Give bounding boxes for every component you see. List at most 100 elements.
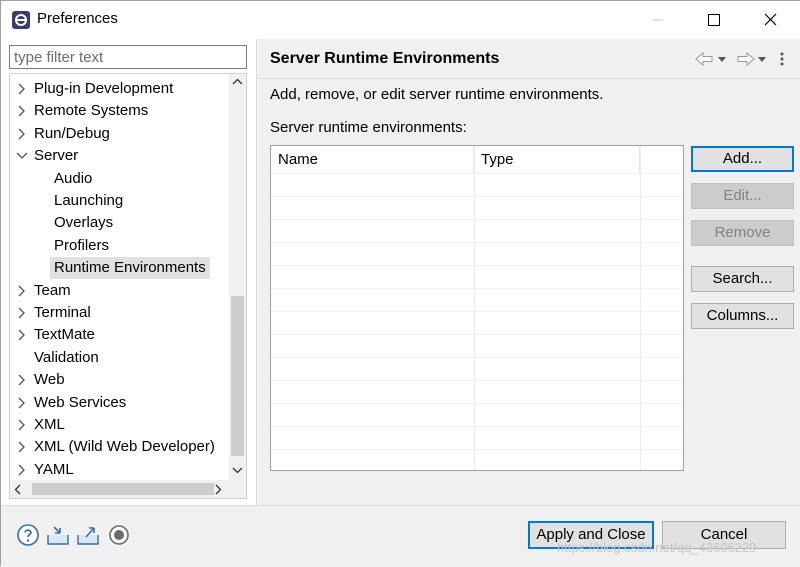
chevron-right-icon[interactable] <box>16 436 28 458</box>
tree-item[interactable]: Validation <box>10 347 228 369</box>
tree-item-label: Web Services <box>34 393 127 411</box>
tree-item-label: YAML <box>34 460 74 478</box>
tree-item[interactable]: Audio <box>10 168 228 190</box>
close-icon[interactable] <box>747 1 793 39</box>
tree-item[interactable]: TextMate <box>10 324 228 346</box>
table-row-separator <box>271 288 683 289</box>
table-row-separator <box>271 380 683 381</box>
tree-item-label: Remote Systems <box>34 102 149 120</box>
column-header-name[interactable]: Name <box>271 146 474 173</box>
tree-item-label: XML <box>34 416 65 433</box>
tree-item[interactable]: Terminal <box>10 302 228 324</box>
forward-menu-chevron-icon[interactable] <box>758 57 766 62</box>
tree-horizontal-scrollbar[interactable] <box>10 480 246 498</box>
table-row-separator <box>271 173 683 174</box>
columns-button[interactable]: Columns... <box>691 303 794 329</box>
preferences-dialog: Preferences Plug-in Development Remote Sy… <box>0 0 800 567</box>
remove-button[interactable]: Remove <box>691 220 794 246</box>
preference-tree-panel: Plug-in Development Remote Systems Run/Deb… <box>1 39 257 505</box>
table-row-separator <box>271 219 683 220</box>
eclipse-app-icon <box>12 11 30 29</box>
tree-item[interactable]: Team <box>10 280 228 302</box>
table-row-separator <box>271 311 683 312</box>
search-button[interactable]: Search... <box>691 266 794 292</box>
tree-item[interactable]: YAML <box>10 459 228 481</box>
column-divider <box>640 146 641 470</box>
table-row-separator <box>271 265 683 266</box>
tree-item-label: Run/Debug <box>34 124 110 142</box>
tree-item[interactable]: Run/Debug <box>10 123 228 145</box>
minimize-icon[interactable] <box>635 1 681 39</box>
table-row-separator <box>271 449 683 450</box>
table-row-separator <box>271 403 683 404</box>
help-icon[interactable] <box>16 523 40 547</box>
tree-item-label: XML (Wild Web Developer) <box>34 438 215 456</box>
back-arrow-icon[interactable] <box>695 51 713 67</box>
back-menu-chevron-icon[interactable] <box>718 57 726 62</box>
tree-item-label: Audio <box>54 169 93 187</box>
tree-item-label: Plug-in Development <box>34 80 174 97</box>
filter-input[interactable] <box>9 45 247 69</box>
import-preferences-icon[interactable] <box>46 523 70 547</box>
tree-item[interactable]: Server <box>10 145 228 167</box>
tree-item[interactable]: Web Services <box>10 392 228 414</box>
forward-arrow-icon[interactable] <box>737 51 755 67</box>
page-title: Server Runtime Environments <box>270 50 500 67</box>
chevron-right-icon[interactable] <box>16 414 28 436</box>
export-preferences-icon[interactable] <box>76 523 100 547</box>
tree-item[interactable]: Web <box>10 369 228 391</box>
chevron-right-icon[interactable] <box>16 459 28 481</box>
tree-item[interactable]: Remote Systems <box>10 100 228 122</box>
add-button[interactable]: Add... <box>691 146 794 172</box>
tree-item[interactable]: Overlays <box>10 212 228 234</box>
chevron-right-icon[interactable] <box>16 369 28 391</box>
table-row-separator <box>271 357 683 358</box>
runtime-environments-table[interactable]: Name Type <box>270 145 684 471</box>
page-description: Add, remove, or edit server runtime envi… <box>270 86 604 103</box>
chevron-right-icon[interactable] <box>16 392 28 414</box>
scroll-up-icon[interactable] <box>232 78 243 86</box>
tree-item[interactable]: XML (Wild Web Developer) <box>10 436 228 458</box>
chevron-right-icon[interactable] <box>16 78 28 100</box>
tree-item-label: Overlays <box>54 214 114 232</box>
column-divider <box>474 146 475 470</box>
tree-item-label: Team <box>34 281 71 299</box>
tree-horizontal-scroll-thumb[interactable] <box>32 483 214 495</box>
table-row-separator <box>271 196 683 197</box>
window-title: Preferences <box>37 10 118 27</box>
tree-item-label: TextMate <box>34 326 95 344</box>
tree-item-label: Terminal <box>34 304 91 321</box>
page-header: Server Runtime Environments <box>258 39 800 79</box>
tree-item-label: Web <box>34 371 65 389</box>
chevron-right-icon[interactable] <box>16 324 28 346</box>
dialog-footer: Apply and Close Cancel https://blog.csdn… <box>1 505 800 567</box>
tree-item[interactable]: Launching <box>10 190 228 212</box>
tree-vertical-scroll-thumb[interactable] <box>231 296 244 456</box>
tree-item[interactable]: Runtime Environments <box>10 257 228 280</box>
tree-item-label: Runtime Environments <box>50 257 210 280</box>
chevron-right-icon[interactable] <box>16 280 28 302</box>
table-row-separator <box>271 242 683 243</box>
tree-item[interactable]: XML <box>10 414 228 436</box>
tree-vertical-scrollbar[interactable] <box>229 74 246 480</box>
column-header-type[interactable]: Type <box>474 146 640 173</box>
page-navigation <box>695 51 784 67</box>
tree-item[interactable]: Plug-in Development <box>10 78 228 100</box>
chevron-right-icon[interactable] <box>16 123 28 145</box>
scroll-left-icon[interactable] <box>14 484 22 495</box>
table-row-separator <box>271 426 683 427</box>
scroll-down-icon[interactable] <box>232 466 243 474</box>
scroll-right-icon[interactable] <box>214 484 222 495</box>
preference-tree: Plug-in Development Remote Systems Run/Deb… <box>9 73 247 499</box>
maximize-icon[interactable] <box>691 1 737 39</box>
tree-item-label: Launching <box>54 192 124 209</box>
edit-button[interactable]: Edit... <box>691 183 794 209</box>
chevron-right-icon[interactable] <box>16 302 28 324</box>
preference-page: Server Runtime Environments Add, remove,… <box>258 39 800 505</box>
chevron-right-icon[interactable] <box>16 100 28 122</box>
tree-item[interactable]: Profilers <box>10 235 228 257</box>
record-icon[interactable] <box>107 523 131 547</box>
watermark: https://blog.csdn.net/qq_43606229 <box>557 540 757 555</box>
view-menu-icon[interactable] <box>780 52 784 66</box>
chevron-down-icon[interactable] <box>16 145 28 167</box>
